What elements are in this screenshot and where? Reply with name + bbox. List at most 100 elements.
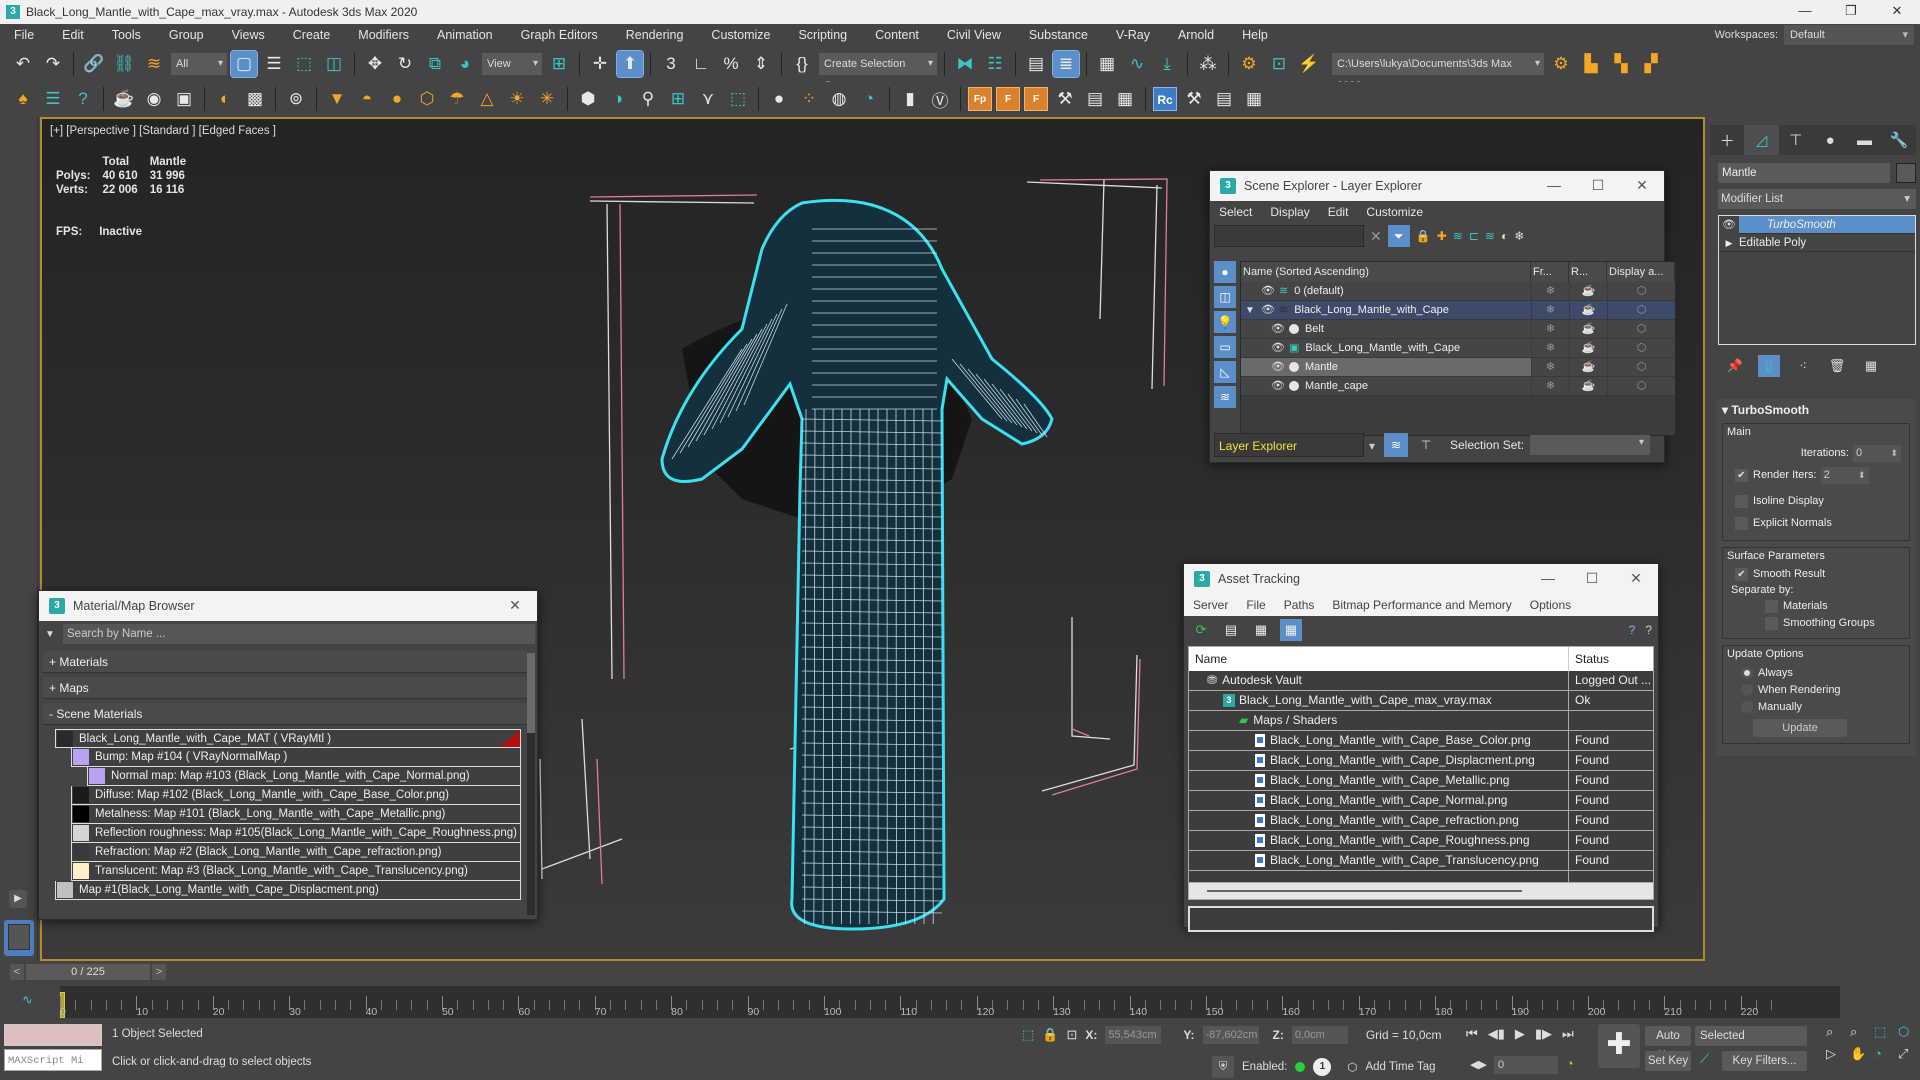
- curve-editor-icon[interactable]: ∿: [1124, 51, 1150, 77]
- zoom-all-icon[interactable]: ⌕: [1850, 1024, 1872, 1040]
- visibility-eye-icon[interactable]: 👁: [1271, 339, 1285, 357]
- set-key-button[interactable]: Set Key: [1645, 1051, 1691, 1071]
- window-crossing-icon[interactable]: ◫: [321, 51, 347, 77]
- select-by-name-icon[interactable]: ☰: [261, 51, 287, 77]
- vray-helper-icon[interactable]: ⚲: [635, 86, 661, 112]
- help-icon[interactable]: ?: [1629, 623, 1636, 637]
- vray-instancer-icon[interactable]: ⊞: [665, 86, 691, 112]
- table-view-icon[interactable]: ▦: [1280, 619, 1302, 641]
- shapes-filter-icon[interactable]: ◫: [1214, 286, 1236, 308]
- vray-proxy-icon[interactable]: ⬢: [575, 86, 601, 112]
- material-item[interactable]: Black_Long_Mantle_with_Cape_MAT ( VRayMt…: [55, 729, 521, 748]
- asset-row[interactable]: Black_Long_Mantle_with_Cape_Translucency…: [1189, 851, 1653, 871]
- vray-volume-icon[interactable]: ⬚: [725, 86, 751, 112]
- vray-sun-icon[interactable]: ☀: [504, 86, 530, 112]
- object-color-swatch[interactable]: [1896, 163, 1916, 183]
- visibility-eye-icon[interactable]: 👁: [1271, 377, 1285, 395]
- place-icon[interactable]: ◕: [452, 51, 478, 77]
- schematic-view-icon[interactable]: ⤓: [1154, 51, 1180, 77]
- rect-selection-icon[interactable]: ⬚: [291, 51, 317, 77]
- select-manipulate-icon[interactable]: ✛: [587, 51, 613, 77]
- create-layer-icon[interactable]: ✚: [1437, 229, 1447, 243]
- vray-multi-material-icon[interactable]: ⁘: [796, 86, 822, 112]
- asset-tracking-titlebar[interactable]: 3 Asset Tracking — ☐ ✕: [1184, 564, 1658, 594]
- display-as-box-icon[interactable]: ⬡: [1607, 339, 1675, 357]
- menu-select[interactable]: Select: [1210, 205, 1261, 219]
- track-bar[interactable]: 0 10 20 30 40 50 60 70 80 90 100 110 120 130 140 150 160…: [0, 986, 1920, 1018]
- display-as-box-icon[interactable]: ⬡: [1607, 320, 1675, 338]
- configure-sets-icon[interactable]: ▦: [1860, 355, 1882, 377]
- camera-object-icon[interactable]: ▩: [242, 86, 268, 112]
- material-item[interactable]: Translucent: Map #3 (Black_Long_Mantle_w…: [71, 862, 521, 881]
- scrollbar[interactable]: [527, 653, 535, 915]
- visibility-eye-icon[interactable]: 👁: [1271, 320, 1285, 338]
- render-setup-icon[interactable]: ⚙: [1236, 51, 1262, 77]
- select-object-icon[interactable]: ▢: [230, 50, 258, 78]
- list-grid-icon[interactable]: ▤: [1082, 86, 1108, 112]
- asset-row[interactable]: Black_Long_Mantle_with_Cape_Base_Color.p…: [1189, 731, 1653, 751]
- orbit-icon[interactable]: ◔: [1874, 1046, 1896, 1062]
- key-mode-toggle-icon[interactable]: ◀▶: [1470, 1058, 1487, 1071]
- update-button[interactable]: Update: [1753, 719, 1847, 737]
- filter-icon[interactable]: ⏷: [1387, 225, 1410, 247]
- geometry-filter-icon[interactable]: ●: [1214, 261, 1236, 283]
- material-item[interactable]: Diffuse: Map #102 (Black_Long_Mantle_wit…: [71, 786, 521, 805]
- sort-by-hierarchy-icon[interactable]: ⊤: [1414, 433, 1438, 457]
- options-dropdown-icon[interactable]: ▼: [45, 629, 63, 640]
- display-as-box-icon[interactable]: ⬡: [1607, 282, 1675, 300]
- project-folder-icon[interactable]: ▙: [1578, 51, 1604, 77]
- keyboard-shortcut-override-icon[interactable]: ⬆: [616, 50, 644, 78]
- menu-file[interactable]: File: [0, 24, 48, 46]
- scale-icon[interactable]: ⧉: [422, 51, 448, 77]
- modify-tab-icon[interactable]: ◿: [1744, 125, 1779, 155]
- close-button[interactable]: ✕: [1620, 171, 1664, 201]
- menu-create[interactable]: Create: [279, 24, 345, 46]
- rotate-icon[interactable]: ↻: [392, 51, 418, 77]
- named-selection-dropdown[interactable]: Create Selection Se: [819, 53, 937, 92]
- menu-server[interactable]: Server: [1184, 598, 1237, 612]
- lock-icon[interactable]: 🔒: [1416, 229, 1431, 243]
- menu-display[interactable]: Display: [1261, 205, 1318, 219]
- stack-item-editable-poly[interactable]: ▶ Editable Poly: [1719, 234, 1915, 252]
- category-materials[interactable]: + Materials: [43, 651, 527, 673]
- freeze-toggle-icon[interactable]: ❄: [1531, 282, 1569, 300]
- smooth-result-checkbox[interactable]: ✔: [1735, 567, 1748, 581]
- clear-search-icon[interactable]: ✕: [1370, 228, 1382, 245]
- layer-row[interactable]: 👁 ≋ 0 (default) ❄ ☕ ⬡: [1241, 282, 1675, 301]
- mini-curve-editor-icon[interactable]: ∿: [22, 992, 33, 1008]
- forest-lod-icon[interactable]: F: [996, 87, 1020, 111]
- spinner-snap-icon[interactable]: ⇕: [748, 51, 774, 77]
- viewport-layout-tab[interactable]: [4, 920, 34, 956]
- pin-stack-icon[interactable]: 📌: [1724, 355, 1746, 377]
- sort-by-layer-icon[interactable]: ≋: [1384, 433, 1408, 457]
- when-rendering-radio[interactable]: [1741, 683, 1753, 696]
- key-mode-dropdown[interactable]: Selected: [1695, 1026, 1807, 1046]
- eye-icon[interactable]: 👁: [1719, 215, 1739, 234]
- snaps-toggle-icon[interactable]: 3: [658, 51, 684, 77]
- refresh-icon[interactable]: ⟳: [1190, 619, 1212, 641]
- hierarchy-tab-icon[interactable]: ⊤: [1779, 125, 1813, 155]
- vray-material-sphere-icon[interactable]: ●: [766, 86, 792, 112]
- table-grid-icon-2[interactable]: ▦: [1241, 86, 1267, 112]
- time-tag-icon[interactable]: ⬡: [1347, 1060, 1357, 1074]
- close-button[interactable]: ✕: [1614, 564, 1658, 594]
- project-structure-icon[interactable]: ▞: [1638, 51, 1664, 77]
- maxscript-input[interactable]: MAXScript Mi: [4, 1049, 102, 1071]
- column-name[interactable]: Name (Sorted Ascending): [1241, 262, 1531, 282]
- menu-graph-editors[interactable]: Graph Editors: [507, 24, 612, 46]
- zoom-icon[interactable]: ⌕: [1826, 1024, 1848, 1040]
- render-production-icon[interactable]: ⚡: [1296, 51, 1322, 77]
- hierarchy-icon[interactable]: ⊏: [1469, 229, 1479, 243]
- selection-set-dropdown[interactable]: [1530, 435, 1651, 455]
- create-tab-icon[interactable]: ＋: [1710, 125, 1744, 155]
- light-object-icon[interactable]: ◐: [212, 86, 238, 112]
- horizontal-scrollbar[interactable]: [1189, 883, 1653, 899]
- help-icon[interactable]: ?: [70, 86, 96, 112]
- display-as-box-icon[interactable]: ⬡: [1607, 377, 1675, 395]
- current-frame-input[interactable]: 0: [1494, 1056, 1558, 1074]
- menu-options[interactable]: Options: [1521, 598, 1580, 612]
- railclone-icon[interactable]: Rc: [1153, 87, 1177, 111]
- display-as-box-icon[interactable]: ⬡: [1607, 358, 1675, 376]
- display-as-box-icon[interactable]: ⬡: [1607, 301, 1675, 319]
- auto-key-button[interactable]: Auto Key: [1645, 1026, 1691, 1062]
